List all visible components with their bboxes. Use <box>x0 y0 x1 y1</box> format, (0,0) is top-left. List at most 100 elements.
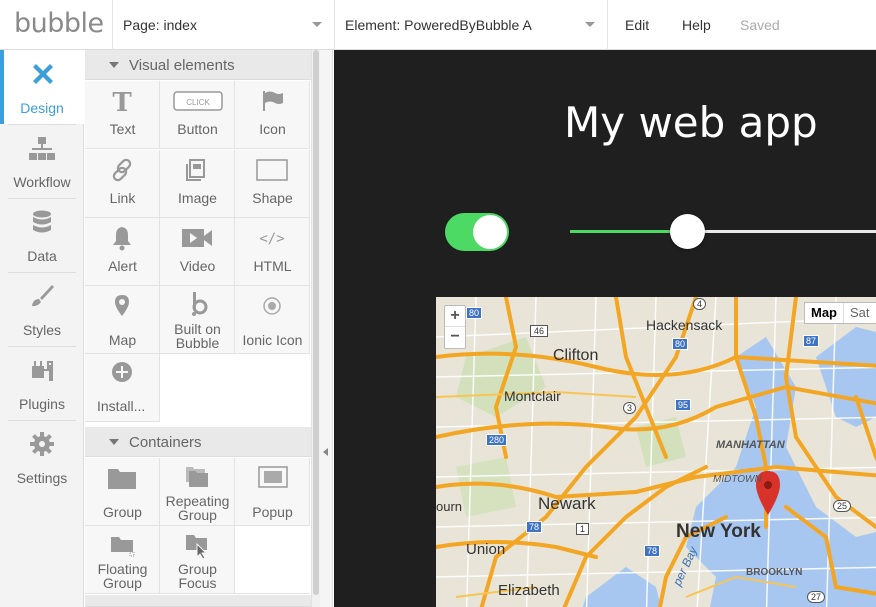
left-nav: Design Workflow Data Styles Plugins Sett… <box>0 50 84 607</box>
floating-folder-icon <box>111 537 135 557</box>
route-shield: 280 <box>486 434 508 446</box>
help-menu[interactable]: Help <box>682 17 711 33</box>
route-shield: 80 <box>466 307 483 319</box>
tile-text[interactable]: T Text <box>85 81 160 149</box>
bubble-logo[interactable]: bubble <box>14 8 104 39</box>
code-icon: </> <box>259 231 284 247</box>
element-dropdown[interactable]: Element: PoweredByBubble A <box>335 0 607 50</box>
tile-shape[interactable]: Shape <box>235 150 310 218</box>
tile-label: Group Focus <box>178 561 217 591</box>
scrollbar-thumb[interactable] <box>313 50 319 595</box>
design-icon <box>33 64 53 84</box>
map-type-satellite-button[interactable]: Sat <box>844 303 876 323</box>
tile-label: Built on Bubble <box>174 321 221 351</box>
nav-design[interactable]: Design <box>0 50 84 124</box>
tile-label: Shape <box>252 190 293 206</box>
folders-icon <box>186 467 208 487</box>
nav-label: Styles <box>22 322 62 338</box>
tile-group[interactable]: Group <box>85 458 160 526</box>
tile-label: Alert <box>108 258 137 274</box>
route-shield: 3 <box>623 402 637 414</box>
tile-map[interactable]: Map <box>85 286 160 354</box>
popup-icon <box>258 466 288 488</box>
map-element[interactable]: Hackensack Clifton Montclair MANHATTAN M… <box>436 297 876 607</box>
tile-image[interactable]: Image <box>160 150 235 218</box>
editor-canvas[interactable]: My web app Hackensack Clifton Montclair … <box>334 50 876 607</box>
map-label: Clifton <box>553 347 599 364</box>
tile-built-on-bubble[interactable]: Built on Bubble <box>160 286 235 354</box>
collapse-panel-handle[interactable] <box>320 50 333 607</box>
visual-elements-header[interactable]: Visual elements <box>85 50 311 80</box>
plug-icon <box>32 361 53 381</box>
tile-link[interactable]: Link <box>85 150 160 218</box>
svg-text:T: T <box>112 88 132 115</box>
nav-label: Plugins <box>19 396 65 412</box>
database-icon <box>33 210 51 233</box>
gear-icon <box>30 432 54 456</box>
palette-scrollbar[interactable] <box>311 50 320 607</box>
tile-label: Button <box>177 121 218 137</box>
nav-data[interactable]: Data <box>0 198 84 272</box>
tile-label: Text <box>109 121 136 137</box>
route-shield: 80 <box>672 338 689 350</box>
tile-video[interactable]: Video <box>160 218 235 286</box>
page-dropdown[interactable]: Page: index <box>113 0 334 50</box>
slider-knob[interactable] <box>669 214 705 249</box>
route-shield: 4 <box>693 298 707 310</box>
slider-track[interactable] <box>686 230 876 233</box>
caret-down-icon <box>109 62 119 68</box>
containers-header[interactable]: Containers <box>85 427 311 457</box>
divider <box>607 0 608 50</box>
image-icon <box>186 159 205 181</box>
tile-floating-group[interactable]: Floating Group <box>85 526 160 594</box>
tile-label: Repeating Group <box>165 493 230 523</box>
route-shield: 78 <box>526 521 543 533</box>
nav-styles[interactable]: Styles <box>0 272 84 346</box>
route-shield: 25 <box>833 500 852 512</box>
nav-workflow[interactable]: Workflow <box>0 124 84 198</box>
route-shield: 95 <box>675 399 692 411</box>
map-label: Newark <box>538 494 596 513</box>
caret-down-icon <box>109 439 119 445</box>
nav-plugins[interactable]: Plugins <box>0 346 84 420</box>
app-title-text[interactable]: My web app <box>564 98 818 147</box>
tile-repeating-group[interactable]: Repeating Group <box>160 458 235 526</box>
zoom-out-button[interactable]: − <box>445 327 465 348</box>
tile-popup[interactable]: Popup <box>235 458 310 526</box>
toggle-switch[interactable] <box>445 213 509 251</box>
map-zoom-control: + − <box>444 305 466 349</box>
route-shield: 46 <box>530 325 549 337</box>
folder-icon <box>108 469 136 489</box>
element-palette: Visual elements T Text CLICK Button Icon… <box>85 50 311 607</box>
workflow-icon <box>29 137 55 160</box>
zoom-in-button[interactable]: + <box>445 306 465 327</box>
nav-label: Design <box>20 100 64 116</box>
route-shield: 87 <box>803 335 820 347</box>
route-shield: 27 <box>807 591 826 603</box>
tile-icon[interactable]: Icon <box>235 81 310 149</box>
tile-alert[interactable]: Alert <box>85 218 160 286</box>
top-bar: bubble Page: index Element: PoweredByBub… <box>0 0 876 50</box>
map-type-control: Map Sat <box>804 302 876 324</box>
map-pin-icon <box>115 295 129 316</box>
tile-label: Icon <box>259 121 286 137</box>
ionic-icon <box>263 297 281 315</box>
tile-ionic-icon[interactable]: Ionic Icon <box>235 286 310 354</box>
tile-install[interactable]: Install... <box>85 354 160 422</box>
tile-label: HTML <box>253 258 292 274</box>
toggle-knob[interactable] <box>473 215 507 249</box>
edit-menu[interactable]: Edit <box>625 17 649 33</box>
page-dropdown-label: Page: index <box>123 17 197 33</box>
tile-html[interactable]: </> HTML <box>235 218 310 286</box>
map-label: Union <box>466 541 506 558</box>
nav-settings[interactable]: Settings <box>0 420 84 494</box>
route-shield: 1 <box>576 523 590 535</box>
tile-button[interactable]: CLICK Button <box>160 81 235 149</box>
next-section-header[interactable] <box>85 595 311 607</box>
button-icon-text: CLICK <box>186 98 210 107</box>
tile-group-focus[interactable]: Group Focus <box>160 526 235 594</box>
tile-label: Map <box>108 332 137 348</box>
map-label: ourn <box>436 499 463 514</box>
tile-label: Ionic Icon <box>242 332 303 348</box>
map-type-map-button[interactable]: Map <box>805 303 844 323</box>
